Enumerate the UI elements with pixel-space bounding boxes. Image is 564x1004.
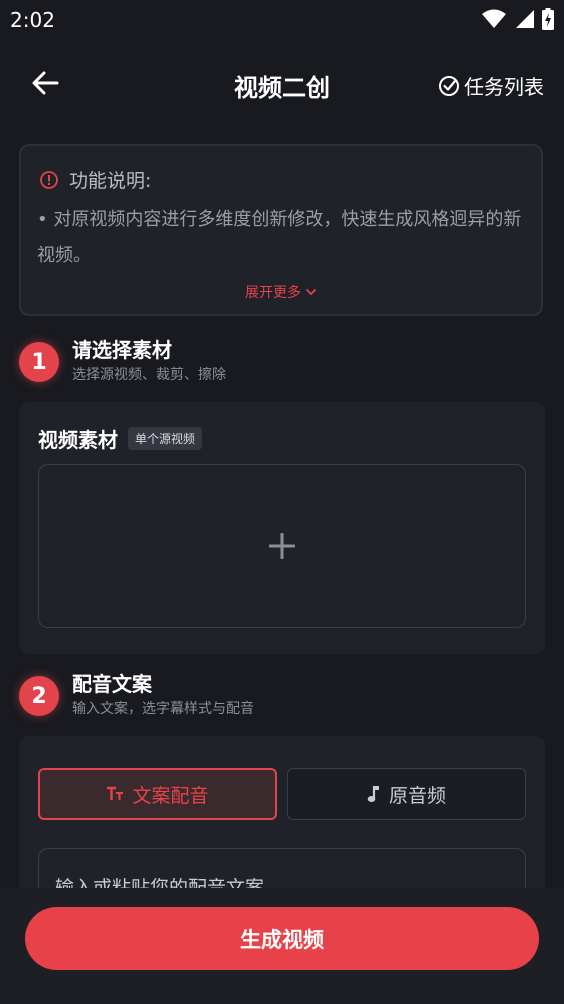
expand-more-button[interactable]: 展开更多 [21, 282, 541, 302]
plus-icon [269, 533, 295, 559]
task-list-button[interactable]: 任务列表 [438, 71, 544, 100]
chevron-down-icon [306, 289, 316, 296]
bottom-action-bar: 生成视频 [0, 888, 564, 1004]
info-heading: 功能说明: [39, 166, 151, 193]
material-tag: 单个源视频 [128, 427, 203, 450]
info-icon [40, 170, 58, 189]
step-2-title: 配音文案 [72, 672, 152, 696]
step-2-header: 2 配音文案 输入文案，选字幕样式与配音 [19, 672, 549, 720]
check-circle-icon [439, 75, 459, 96]
music-note-icon [367, 786, 379, 802]
status-time: 2:02 [10, 8, 55, 32]
step-2-subtitle: 输入文案，选字幕样式与配音 [72, 701, 254, 717]
info-title: 功能说明: [69, 170, 152, 192]
app-bar: 视频二创 任务列表 [0, 50, 564, 116]
task-list-label: 任务列表 [464, 75, 544, 99]
add-video-button[interactable] [38, 464, 526, 628]
script-dub-label: 文案配音 [132, 784, 209, 807]
step-1-subtitle: 选择源视频、裁剪、擦除 [72, 367, 226, 383]
generate-video-button[interactable]: 生成视频 [25, 907, 539, 970]
step-1-title: 请选择素材 [72, 338, 172, 362]
step-1-badge: 1 [19, 342, 59, 382]
battery-charging-icon [542, 8, 554, 30]
step-2-badge: 2 [19, 676, 59, 716]
status-bar: 2:02 [0, 0, 564, 40]
status-icons [482, 8, 554, 30]
original-audio-label: 原音频 [388, 784, 446, 807]
original-audio-tab[interactable]: 原音频 [287, 768, 526, 820]
script-dub-tab[interactable]: 文案配音 [38, 768, 277, 820]
material-title: 视频素材 [38, 428, 118, 452]
info-description: • 对原视频内容进行多维度创新修改，快速生成风格迥异的新视频。 [37, 209, 522, 266]
feature-info-card: 功能说明: • 对原视频内容进行多维度创新修改，快速生成风格迥异的新视频。 展开… [19, 144, 543, 316]
signal-icon [516, 10, 534, 28]
video-material-panel: 视频素材 单个源视频 [19, 402, 545, 654]
text-size-icon [107, 786, 124, 800]
material-heading: 视频素材 单个源视频 [38, 424, 203, 453]
step-1-header: 1 请选择素材 选择源视频、裁剪、擦除 [19, 338, 549, 386]
wifi-icon [482, 9, 506, 28]
expand-more-label: 展开更多 [245, 285, 301, 301]
